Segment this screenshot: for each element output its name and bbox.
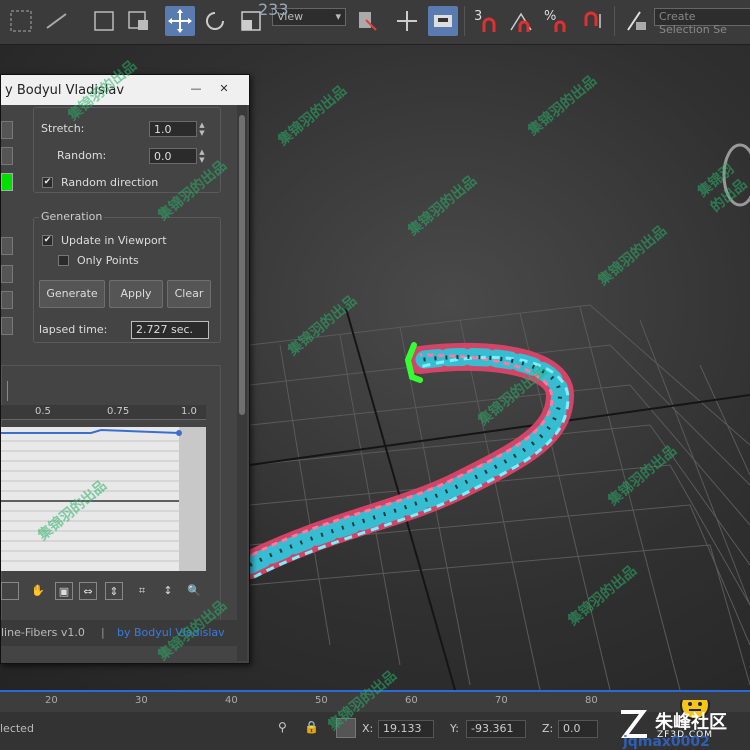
- keyboard-shortcut-icon[interactable]: [428, 6, 458, 36]
- rect-select-icon[interactable]: [90, 6, 120, 36]
- snap-toggle-icon[interactable]: 3: [470, 6, 500, 36]
- spinner-snap-icon[interactable]: [578, 6, 608, 36]
- spinner-arrows-icon[interactable]: [1, 121, 13, 139]
- zoom-extents-icon[interactable]: ▣: [55, 582, 73, 600]
- timeline-tick: 20: [45, 695, 58, 706]
- elapsed-time-label: lapsed time:: [39, 323, 108, 336]
- spinner-arrows-icon[interactable]: [1, 265, 13, 283]
- random-label: Random:: [57, 149, 107, 162]
- select-manipulate-icon[interactable]: [392, 6, 422, 36]
- ruler-tick-label: 0.5: [35, 406, 51, 417]
- stretch-spinner[interactable]: 1.0: [149, 121, 197, 137]
- main-toolbar: View ▾ 3 % Create Selection Se 233: [0, 0, 750, 45]
- clear-button[interactable]: Clear: [167, 280, 211, 308]
- zoom-vertical-icon[interactable]: ⇕: [105, 582, 123, 600]
- random-direction-checkbox[interactable]: ✔: [42, 177, 53, 188]
- spinner-arrows-icon[interactable]: ▲ ▼: [197, 148, 207, 164]
- select-by-name-icon[interactable]: [42, 6, 72, 36]
- curve-ruler: 0.5 0.75 1.0: [1, 405, 206, 420]
- window-crossing-icon[interactable]: [124, 6, 154, 36]
- footer-separator: |: [101, 626, 105, 639]
- y-coord-label: Y:: [450, 722, 459, 735]
- ruler-tick-label: 1.0: [181, 406, 197, 417]
- spinner-arrows-icon[interactable]: ▲ ▼: [197, 121, 207, 137]
- y-coord-field[interactable]: -93.361: [466, 720, 526, 738]
- timeline-tick: 50: [315, 695, 328, 706]
- zoom-horizontal-icon[interactable]: ⇔: [79, 582, 97, 600]
- spinner-arrows-icon[interactable]: [1, 317, 13, 335]
- generation-group-label: Generation: [39, 210, 105, 223]
- overlay-text: 233: [258, 0, 289, 19]
- move-icon[interactable]: [165, 6, 195, 36]
- elapsed-time-value: 2.727 sec.: [131, 321, 209, 339]
- stretch-label: Stretch:: [41, 122, 85, 135]
- z-coord-label: Z:: [542, 722, 554, 735]
- apply-button[interactable]: Apply: [109, 280, 163, 308]
- percent-snap-icon[interactable]: %: [542, 6, 572, 36]
- lock-icon[interactable]: 🔒: [304, 720, 319, 738]
- chevron-down-icon: ▾: [335, 10, 341, 23]
- generate-button[interactable]: Generate: [39, 280, 105, 308]
- update-viewport-checkbox[interactable]: ✔: [42, 235, 53, 246]
- timeline-tick: 40: [225, 695, 238, 706]
- update-viewport-label: Update in Viewport: [61, 234, 167, 247]
- minimize-button[interactable]: —: [185, 81, 207, 97]
- random-direction-label: Random direction: [61, 176, 159, 189]
- ruler-tick-label: 0.75: [107, 406, 130, 417]
- x-coord-label: X:: [362, 722, 374, 735]
- named-selection-input[interactable]: Create Selection Se: [654, 8, 750, 36]
- scale-values-icon[interactable]: ↕: [159, 582, 177, 600]
- curve-controls: ✋ ▣ ⇔ ⇕ ⌗ ↕ 🔍: [1, 580, 213, 604]
- color-swatch[interactable]: [1, 173, 13, 191]
- timeline-tick: 80: [585, 695, 598, 706]
- scrollbar-thumb[interactable]: [239, 115, 245, 415]
- timeline-tick: 30: [135, 695, 148, 706]
- selection-status: lected: [0, 722, 34, 735]
- spinner-arrows-icon[interactable]: [1, 291, 13, 309]
- dialog-scrollbar[interactable]: [237, 105, 247, 661]
- spinner-arrows-icon[interactable]: [1, 147, 13, 165]
- brand-sub: jqmax0002: [623, 734, 710, 750]
- random-spinner[interactable]: 0.0: [149, 148, 197, 164]
- pan-hand-icon[interactable]: ✋: [29, 582, 47, 600]
- timeline-tick: 70: [495, 695, 508, 706]
- footer-version: line-Fibers v1.0: [1, 626, 85, 639]
- zoom-icon[interactable]: 🔍: [185, 582, 203, 600]
- curve-tool-icon[interactable]: [1, 582, 19, 600]
- curve-graph[interactable]: [1, 427, 206, 571]
- select-region-icon[interactable]: [6, 6, 36, 36]
- pin-icon[interactable]: ⚲: [278, 720, 290, 738]
- brand-logo: 朱峰社区 ZF3D.COM jqmax0002: [615, 700, 750, 750]
- zoom-region-icon[interactable]: ⌗: [133, 582, 151, 600]
- close-button[interactable]: ✕: [213, 81, 235, 97]
- only-points-checkbox[interactable]: [58, 255, 69, 266]
- spinner-arrows-icon[interactable]: [1, 237, 13, 255]
- curve-divider: [7, 381, 8, 401]
- edit-named-selection-icon[interactable]: [620, 6, 650, 36]
- pivot-center-icon[interactable]: [352, 6, 382, 36]
- angle-snap-icon[interactable]: [506, 6, 536, 36]
- z-coord-field[interactable]: 0.0: [558, 720, 598, 738]
- rotate-icon[interactable]: [200, 6, 230, 36]
- only-points-label: Only Points: [77, 254, 139, 267]
- x-coord-field[interactable]: 19.133: [378, 720, 434, 738]
- timeline-tick: 60: [405, 695, 418, 706]
